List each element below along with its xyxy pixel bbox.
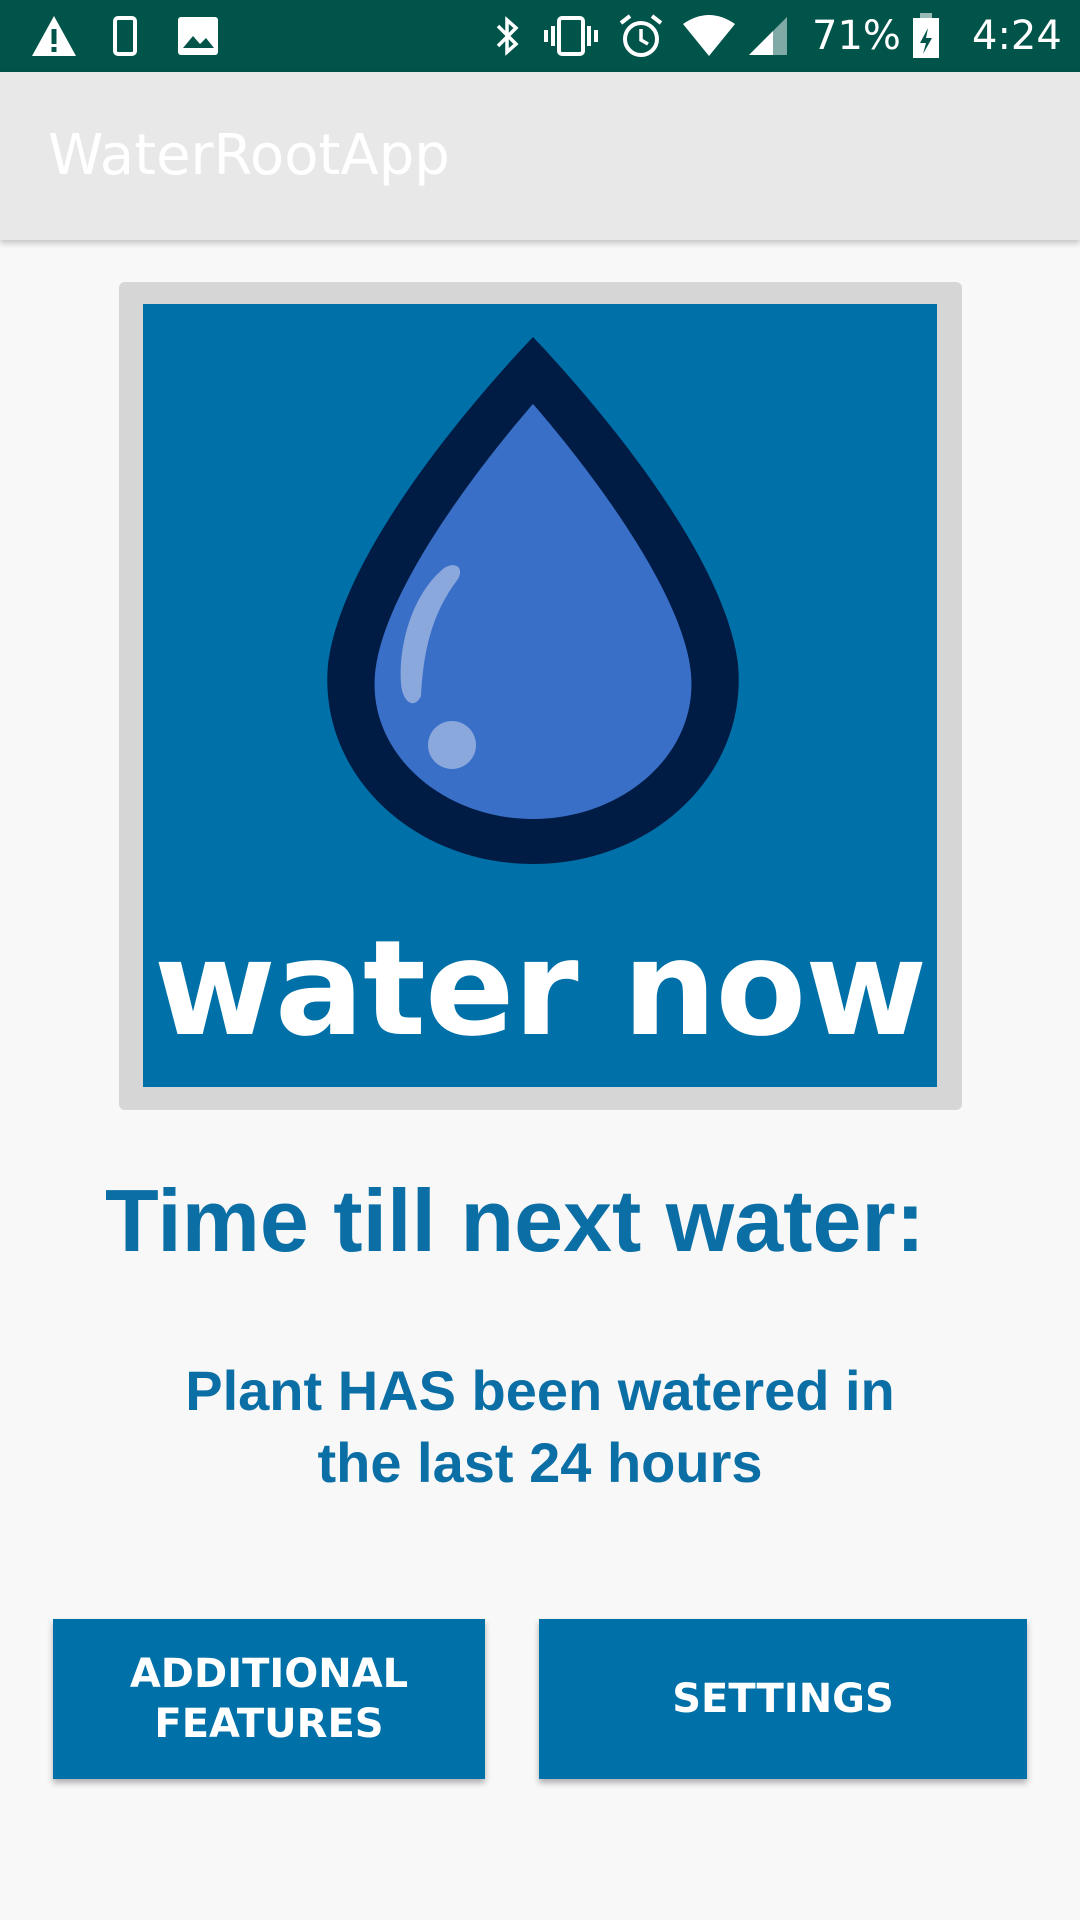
vibrate-icon (540, 0, 602, 72)
water-now-button[interactable]: water now (119, 282, 962, 1110)
phone-icon (110, 0, 140, 72)
wifi-icon (680, 0, 738, 72)
bluetooth-icon (492, 0, 522, 72)
battery-icon (910, 0, 942, 72)
status-bar: 71% 4:24 (0, 0, 1080, 72)
app-title: WaterRootApp (48, 123, 450, 188)
next-water-heading: Time till next water: (105, 1171, 925, 1270)
image-icon (176, 0, 220, 72)
additional-features-button[interactable]: ADDITIONAL FEATURES (53, 1619, 485, 1779)
alarm-icon (616, 0, 666, 72)
water-now-image[interactable]: water now (143, 304, 937, 1087)
water-drop-icon (327, 337, 739, 864)
app-bar: WaterRootApp (0, 72, 1080, 240)
settings-button[interactable]: SETTINGS (539, 1619, 1027, 1779)
clock: 4:24 (972, 13, 1062, 59)
warning-icon (28, 0, 80, 72)
water-now-label: water now (153, 912, 927, 1066)
watering-status-message: Plant HAS been watered in the last 24 ho… (185, 1359, 895, 1494)
signal-icon (746, 0, 790, 72)
battery-percent: 71% (812, 13, 901, 59)
